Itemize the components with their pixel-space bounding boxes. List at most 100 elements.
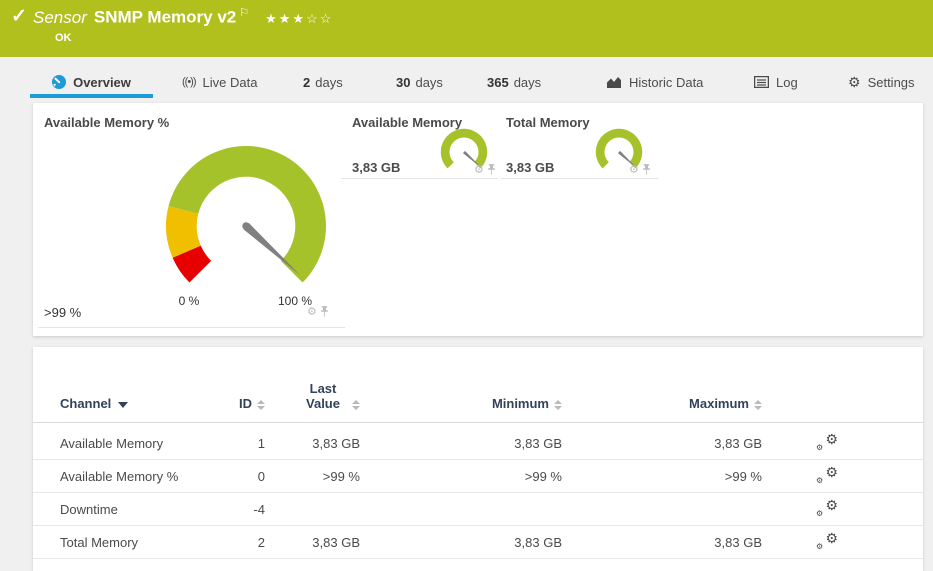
tab-log[interactable]: Log [754,57,798,103]
channel-last-value: >99 % [265,469,360,484]
tab-settings-label: Settings [868,75,915,90]
channel-name[interactable]: Downtime [60,502,235,517]
log-list-icon [754,76,769,88]
tab-settings[interactable]: ⚙ Settings [848,57,915,103]
channel-minimum: >99 % [360,469,562,484]
channel-settings-icon[interactable]: ⚙⚙ [816,499,838,517]
sort-toggle-icon [257,400,265,410]
gauge-gear-icon[interactable]: ⚙ [307,307,317,318]
channel-id: -4 [235,502,265,517]
channel-name[interactable]: Total Memory [60,535,235,550]
main-gauge-title: Available Memory % [44,115,169,130]
column-header-last-value[interactable]: Last Value [265,381,360,411]
tab-bar: Overview ((•)) Live Data 2 days 30 days … [0,57,933,103]
column-header-id[interactable]: ID [235,396,265,411]
total-memory-divider [501,178,658,179]
status-badge: OK [55,32,72,44]
tab-live-data-label: Live Data [203,75,258,90]
table-row-available-memory[interactable]: Available Memory 1 3,83 GB 3,83 GB 3,83 … [33,427,923,460]
channel-id: 2 [235,535,265,550]
column-header-maximum-label: Maximum [689,396,749,411]
tab-365-days-label: days [514,75,541,90]
gauge-pin-icon[interactable] [487,164,496,176]
table-row-available-memory-percent[interactable]: Available Memory % 0 >99 % >99 % >99 % ⚙… [33,460,923,493]
tab-365-days[interactable]: 365 days [487,57,541,103]
gauge-icon [52,75,66,89]
rating-stars[interactable]: ★★★☆☆ [265,11,333,26]
tab-overview-label: Overview [73,75,131,90]
mini-gauge-arc [596,129,642,169]
tab-historic-data[interactable]: Historic Data [606,57,703,103]
sensor-name: SNMP Memory v2 [94,8,236,27]
main-gauge-panel-icons: ⚙ [307,306,329,318]
channels-card: Channel ID Last Value Minimum Maximum Av… [33,347,923,571]
tab-30-days-number: 30 [396,75,410,90]
column-header-minimum-label: Minimum [492,396,549,411]
channel-settings-icon[interactable]: ⚙⚙ [816,466,838,484]
total-memory-panel-icons: ⚙ [629,164,651,176]
tab-historic-data-label: Historic Data [629,75,703,90]
tab-2-days-label: days [315,75,342,90]
channel-table-header: Channel ID Last Value Minimum Maximum [33,347,923,423]
tab-30-days[interactable]: 30 days [396,57,443,103]
sensor-page: ✓ Sensor SNMP Memory v2⚐ ★★★☆☆ OK Overview… [0,0,933,571]
column-header-id-label: ID [239,396,252,411]
tab-30-days-label: days [415,75,442,90]
channel-last-value: 3,83 GB [265,436,360,451]
channel-last-value: 3,83 GB [265,535,360,550]
table-row-downtime[interactable]: Downtime -4 ⚙⚙ [33,493,923,526]
channel-settings-icon[interactable]: ⚙⚙ [816,433,838,451]
tab-live-data[interactable]: ((•)) Live Data [182,57,257,103]
available-memory-divider [341,178,498,179]
sort-toggle-icon [554,400,562,410]
gauge-pin-icon[interactable] [320,306,329,318]
channel-settings-icon[interactable]: ⚙⚙ [816,532,838,550]
status-check-icon: ✓ [11,5,27,28]
channel-maximum: 3,83 GB [562,436,762,451]
main-gauge-value: >99 % [44,305,81,320]
tab-2-days[interactable]: 2 days [303,57,343,103]
sensor-title-line: Sensor SNMP Memory v2⚐ ★★★☆☆ [33,6,333,28]
tab-log-label: Log [776,75,798,90]
gauges-card: Available Memory % 0 % 100 % >99 % ⚙ Ava… [33,103,923,336]
gauge-pin-icon[interactable] [642,164,651,176]
historic-chart-icon [606,76,622,89]
total-memory-title: Total Memory [506,115,590,130]
channel-id: 0 [235,469,265,484]
mini-gauge-arc [441,129,487,169]
stars-empty[interactable]: ☆☆ [306,11,333,26]
channel-id: 1 [235,436,265,451]
available-memory-value: 3,83 GB [352,160,400,175]
tab-365-days-number: 365 [487,75,509,90]
table-row-total-memory[interactable]: Total Memory 2 3,83 GB 3,83 GB 3,83 GB ⚙… [33,526,923,559]
sort-desc-icon [118,402,128,408]
total-memory-value: 3,83 GB [506,160,554,175]
channel-minimum: 3,83 GB [360,436,562,451]
gauge-scale-min: 0 % [159,294,219,308]
tab-2-days-number: 2 [303,75,310,90]
column-header-minimum[interactable]: Minimum [360,396,562,411]
channel-minimum: 3,83 GB [360,535,562,550]
sensor-kind-label: Sensor [33,8,87,27]
gauge-gear-icon[interactable]: ⚙ [629,165,639,176]
tab-overview[interactable]: Overview [30,57,153,103]
active-tab-underline [30,94,153,98]
live-data-icon: ((•)) [182,76,196,88]
column-header-maximum[interactable]: Maximum [562,396,762,411]
channel-maximum: 3,83 GB [562,535,762,550]
channel-table-body: Available Memory 1 3,83 GB 3,83 GB 3,83 … [33,427,923,559]
gauge-gear-icon[interactable]: ⚙ [474,165,484,176]
sort-toggle-icon [754,400,762,410]
flag-icon[interactable]: ⚐ [239,7,249,19]
stars-filled[interactable]: ★★★ [265,11,306,26]
sensor-status-bar: ✓ Sensor SNMP Memory v2⚐ ★★★☆☆ OK [0,0,933,57]
channel-name[interactable]: Available Memory [60,436,235,451]
settings-gear-icon: ⚙ [848,75,861,89]
available-memory-panel-icons: ⚙ [474,164,496,176]
column-header-last-value-label: Last Value [299,381,347,411]
available-memory-percent-gauge [153,133,339,319]
main-panel-divider [38,327,345,328]
column-header-channel-label: Channel [60,396,111,411]
channel-name[interactable]: Available Memory % [60,469,235,484]
column-header-channel[interactable]: Channel [60,396,235,411]
